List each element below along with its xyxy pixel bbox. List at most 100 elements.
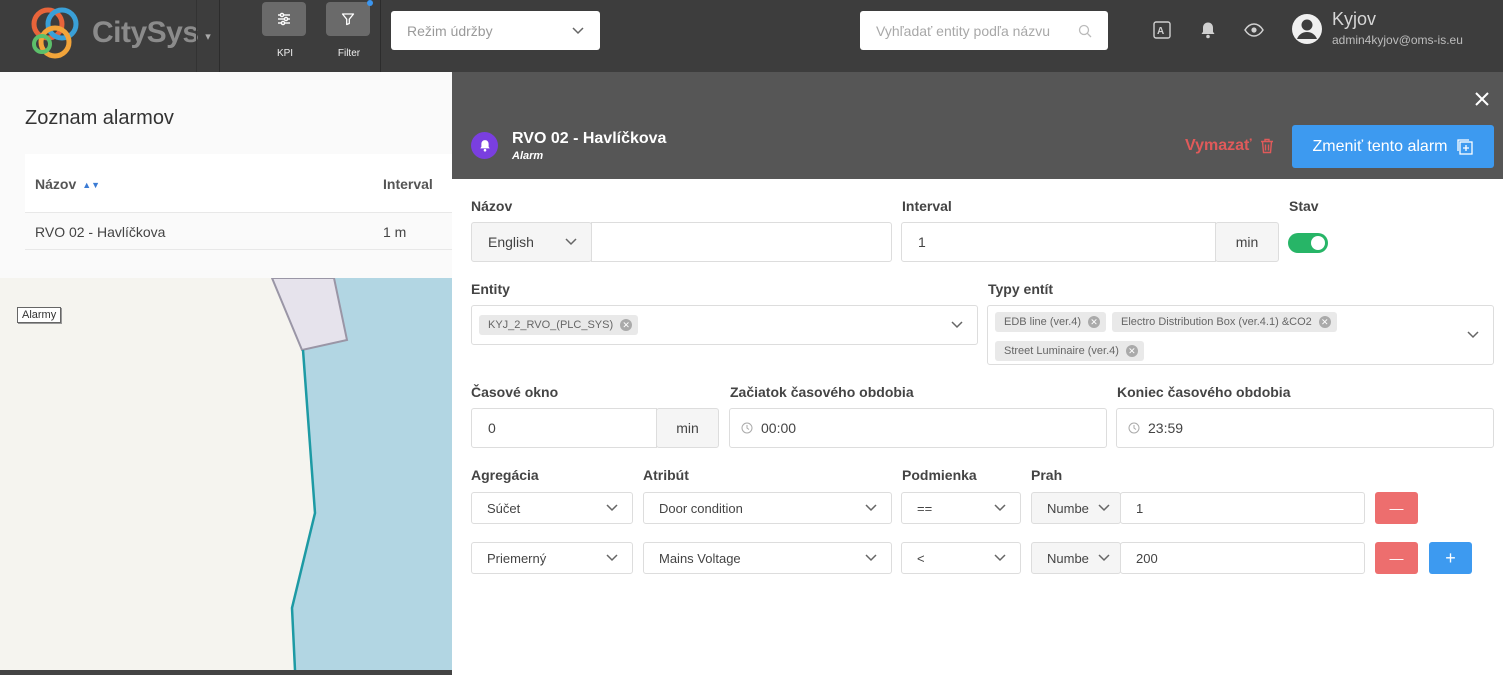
remove-rule-button[interactable]: — — [1375, 492, 1418, 524]
interval-unit: min — [1215, 222, 1279, 262]
value-type: Numbe — [1047, 550, 1089, 566]
column-name-header[interactable]: Názov ▲▼ — [35, 176, 100, 192]
close-icon[interactable] — [1471, 88, 1493, 110]
toolbar-divider — [380, 0, 381, 72]
entity-type-chip: Electro Distribution Box (ver.4.1) &CO2 ✕ — [1112, 312, 1337, 332]
remove-chip-icon[interactable]: ✕ — [1125, 345, 1138, 357]
entity-type-chip: EDB line (ver.4) ✕ — [995, 312, 1107, 332]
chevron-down-icon — [1098, 554, 1110, 562]
eye-icon[interactable] — [1242, 18, 1266, 42]
condition-select[interactable]: == — [901, 492, 1021, 524]
value-type: Numbe — [1047, 500, 1089, 516]
aggregation-select[interactable]: Priemerný — [471, 542, 633, 574]
kpi-label: KPI — [276, 48, 294, 59]
period-end-input[interactable]: 23:59 — [1116, 408, 1494, 448]
alarm-title: RVO 02 - Havlíčkova — [512, 130, 667, 147]
filter-button[interactable]: Filter — [326, 0, 373, 68]
interval-input[interactable]: 1 — [901, 222, 1216, 262]
condition-select[interactable]: < — [901, 542, 1021, 574]
state-toggle[interactable] — [1288, 233, 1328, 253]
kpi-button[interactable]: KPI — [262, 2, 308, 68]
top-bar: CitySys ▾ KPI Filter Režim údržby Vyhľad… — [0, 0, 1503, 72]
svg-text:A: A — [1157, 26, 1164, 37]
maintenance-mode-placeholder: Režim údržby — [407, 22, 493, 39]
attribute-value: Mains Voltage — [659, 550, 741, 566]
remove-chip-icon[interactable]: ✕ — [1088, 316, 1101, 328]
attribute-label: Atribút — [643, 467, 689, 483]
chevron-down-icon — [565, 238, 577, 246]
time-window-unit: min — [656, 408, 719, 448]
attribute-select[interactable]: Mains Voltage — [643, 542, 892, 574]
aggregation-select[interactable]: Súčet — [471, 492, 633, 524]
maintenance-mode-select[interactable]: Režim údržby — [391, 11, 600, 50]
chevron-down-icon — [572, 26, 584, 34]
entity-multiselect[interactable]: KYJ_2_RVO_(PLC_SYS) ✕ — [471, 305, 978, 345]
logo-mark-icon — [31, 7, 79, 59]
map-view[interactable] — [0, 277, 452, 675]
alarm-bell-icon — [471, 132, 498, 159]
sort-icon[interactable]: ▲▼ — [82, 180, 100, 190]
drawer-header: RVO 02 - Havlíčkova Alarm Vymazať Zmeniť… — [452, 72, 1503, 179]
bell-icon[interactable] — [1196, 18, 1220, 42]
alarm-detail-drawer: RVO 02 - Havlíčkova Alarm Vymazať Zmeniť… — [452, 72, 1503, 675]
change-alarm-button[interactable]: Zmeniť tento alarm — [1292, 125, 1494, 168]
value-type-select[interactable]: Numbe — [1031, 492, 1121, 524]
period-start-input[interactable]: 00:00 — [729, 408, 1107, 448]
column-interval-header[interactable]: Interval — [383, 176, 433, 192]
period-start-value: 00:00 — [761, 420, 797, 436]
app-switcher-caret[interactable]: ▾ — [196, 0, 220, 72]
filter-icon — [326, 2, 370, 36]
map-layer-label[interactable]: Alarmy — [17, 307, 62, 323]
chevron-down-icon — [865, 504, 877, 512]
citysys-logo[interactable]: CitySys — [22, 2, 199, 66]
chevron-down-icon — [994, 554, 1006, 562]
remove-chip-icon[interactable]: ✕ — [620, 319, 633, 331]
interval-label: Interval — [902, 198, 952, 214]
period-end-label: Koniec časového obdobia — [1117, 384, 1291, 400]
chevron-down-icon — [606, 504, 618, 512]
language-select[interactable]: English — [471, 222, 592, 262]
delete-button[interactable]: Vymazať — [1185, 137, 1274, 155]
entity-search-input[interactable]: Vyhľadať entity podľa názvu — [860, 11, 1108, 50]
row-interval: 1 m — [383, 224, 407, 240]
table-header: Názov ▲▼ Interval — [25, 154, 452, 213]
row-name: RVO 02 - Havlíčkova — [35, 224, 166, 240]
condition-label: Podmienka — [902, 467, 977, 483]
table-row[interactable]: RVO 02 - Havlíčkova 1 m — [25, 213, 452, 250]
attribute-value: Door condition — [659, 500, 743, 516]
change-alarm-label: Zmeniť tento alarm — [1312, 137, 1448, 155]
attribute-select[interactable]: Door condition — [643, 492, 892, 524]
name-label: Názov — [471, 198, 513, 214]
user-email: admin4kyjov@oms-is.eu — [1332, 33, 1463, 47]
trash-icon — [1260, 138, 1273, 154]
remove-chip-icon[interactable]: ✕ — [1318, 316, 1331, 328]
search-placeholder: Vyhľadať entity podľa názvu — [876, 22, 1051, 39]
clock-icon — [741, 422, 753, 434]
add-rule-button[interactable]: + — [1429, 542, 1472, 574]
threshold-input[interactable]: 200 — [1120, 542, 1365, 574]
aggregation-label: Agregácia — [471, 467, 539, 483]
name-input[interactable] — [591, 222, 892, 262]
state-label: Stav — [1289, 198, 1319, 214]
value-type-select[interactable]: Numbe — [1031, 542, 1121, 574]
entity-types-multiselect[interactable]: EDB line (ver.4) ✕ Electro Distribution B… — [987, 305, 1494, 365]
alarm-subtitle: Alarm — [512, 150, 544, 162]
chevron-down-icon — [606, 554, 618, 562]
threshold-input[interactable]: 1 — [1120, 492, 1365, 524]
alarm-list-panel: Zoznam alarmov Názov ▲▼ Interval RVO 02 -… — [0, 72, 452, 278]
condition-value: < — [917, 550, 925, 566]
language-value: English — [488, 234, 534, 250]
chevron-down-icon — [1098, 504, 1110, 512]
remove-rule-button[interactable]: — — [1375, 542, 1418, 574]
condition-value: == — [917, 500, 933, 516]
time-window-input[interactable]: 0 — [471, 408, 657, 448]
user-avatar[interactable] — [1290, 12, 1324, 46]
period-start-label: Začiatok časového obdobia — [730, 384, 914, 400]
chevron-down-icon[interactable] — [951, 321, 963, 329]
translate-icon[interactable]: A — [1150, 18, 1174, 42]
user-name[interactable]: Kyjov — [1332, 9, 1376, 30]
aggregation-value: Priemerný — [487, 550, 547, 566]
add-box-icon — [1457, 138, 1474, 155]
chevron-down-icon[interactable] — [1467, 331, 1479, 339]
entity-label: Entity — [471, 281, 510, 297]
